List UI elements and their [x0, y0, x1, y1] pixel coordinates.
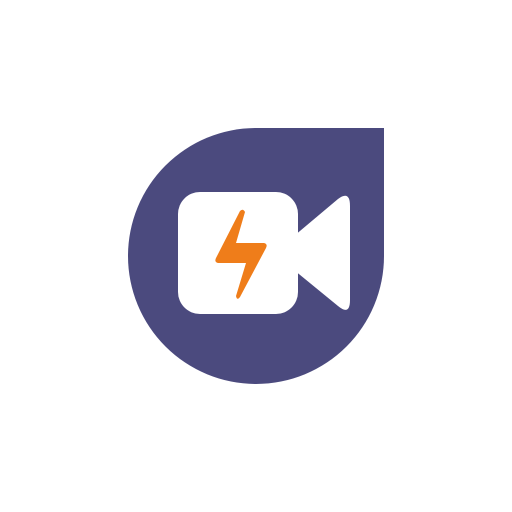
app-logo [128, 128, 384, 384]
app-icon-canvas [0, 0, 512, 512]
